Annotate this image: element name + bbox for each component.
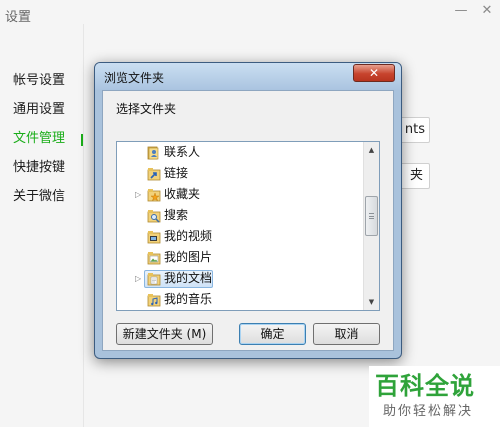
close-button[interactable]: ✕ bbox=[474, 0, 500, 22]
tree-item-label: 我的图片 bbox=[164, 250, 213, 264]
tree-scrollbar[interactable]: ▲ ▼ bbox=[363, 142, 379, 310]
contacts-folder-icon bbox=[147, 146, 159, 160]
tree-item-my-documents[interactable]: ▷ 我的文档 bbox=[117, 269, 364, 290]
active-nav-indicator bbox=[81, 134, 83, 146]
dialog-titlebar[interactable]: 浏览文件夹 ✕ bbox=[95, 63, 401, 90]
tree-item-my-pictures[interactable]: 我的图片 bbox=[117, 248, 364, 269]
links-folder-icon bbox=[147, 168, 161, 181]
minimize-button[interactable]: — bbox=[448, 0, 474, 22]
tree-item-label: 联系人 bbox=[164, 145, 201, 159]
cancel-button[interactable]: 取消 bbox=[313, 323, 380, 345]
scroll-down-arrow-icon[interactable]: ▼ bbox=[364, 294, 379, 310]
documents-folder-icon bbox=[147, 273, 161, 286]
watermark: 百科全说 助你轻松解决 bbox=[369, 366, 500, 427]
pictures-folder-icon bbox=[147, 252, 161, 265]
tree-item-label: 链接 bbox=[164, 166, 189, 180]
ok-button[interactable]: 确定 bbox=[239, 323, 306, 345]
nav-item-general-settings[interactable]: 通用设置 bbox=[13, 99, 65, 128]
videos-folder-icon bbox=[147, 231, 161, 244]
tree-item-contacts[interactable]: 联系人 bbox=[117, 143, 364, 164]
window-controls: — ✕ bbox=[448, 0, 500, 22]
app-title: 设置 bbox=[5, 10, 32, 25]
nav-item-about[interactable]: 关于微信 bbox=[13, 186, 65, 215]
tree-item-favorites[interactable]: ▷ 收藏夹 bbox=[117, 185, 364, 206]
tree-item-label: 搜索 bbox=[164, 208, 189, 222]
favorites-folder-icon bbox=[147, 189, 161, 202]
tree-item-label: 我的视频 bbox=[164, 229, 213, 243]
settings-nav: 帐号设置 通用设置 文件管理 快捷按键 关于微信 bbox=[13, 70, 65, 215]
scrollbar-thumb[interactable] bbox=[365, 196, 378, 236]
settings-divider bbox=[83, 24, 84, 427]
tree-item-my-music[interactable]: 我的音乐 bbox=[117, 290, 364, 310]
close-icon: ✕ bbox=[368, 66, 380, 80]
watermark-subtitle: 助你轻松解决 bbox=[383, 404, 474, 419]
dialog-body: 选择文件夹 联系人 链接 ▷ 收藏夹 搜索 我的视频 我的图片 ▷ 我的文档 我… bbox=[102, 90, 394, 351]
tree-item-search[interactable]: 搜索 bbox=[117, 206, 364, 227]
tree-item-links[interactable]: 链接 bbox=[117, 164, 364, 185]
tree-item-my-videos[interactable]: 我的视频 bbox=[117, 227, 364, 248]
dialog-prompt: 选择文件夹 bbox=[116, 102, 177, 116]
music-folder-icon bbox=[147, 294, 161, 307]
tree-item-label: 我的音乐 bbox=[164, 292, 213, 306]
expand-arrow-icon[interactable]: ▷ bbox=[135, 185, 145, 205]
new-folder-button[interactable]: 新建文件夹 (M) bbox=[116, 323, 213, 345]
scroll-up-arrow-icon[interactable]: ▲ bbox=[364, 142, 379, 158]
nav-item-file-management[interactable]: 文件管理 bbox=[13, 128, 65, 157]
scroll-grip-icon bbox=[369, 213, 374, 219]
watermark-title: 百科全说 bbox=[375, 372, 475, 400]
folder-tree[interactable]: 联系人 链接 ▷ 收藏夹 搜索 我的视频 我的图片 ▷ 我的文档 我的音乐 ▲ … bbox=[116, 141, 380, 311]
expand-arrow-icon[interactable]: ▷ bbox=[135, 269, 145, 289]
search-folder-icon bbox=[147, 210, 161, 223]
dialog-close-button[interactable]: ✕ bbox=[353, 64, 395, 82]
tree-item-label: 我的文档 bbox=[164, 271, 213, 285]
nav-item-shortcuts[interactable]: 快捷按键 bbox=[13, 157, 65, 186]
browse-folder-dialog: 浏览文件夹 ✕ 选择文件夹 联系人 链接 ▷ 收藏夹 搜索 我的视频 我的图片 … bbox=[94, 62, 402, 359]
dialog-title: 浏览文件夹 bbox=[104, 71, 165, 85]
nav-item-account-settings[interactable]: 帐号设置 bbox=[13, 70, 65, 99]
tree-item-label: 收藏夹 bbox=[164, 187, 201, 201]
folder-tree-list: 联系人 链接 ▷ 收藏夹 搜索 我的视频 我的图片 ▷ 我的文档 我的音乐 bbox=[117, 143, 364, 310]
